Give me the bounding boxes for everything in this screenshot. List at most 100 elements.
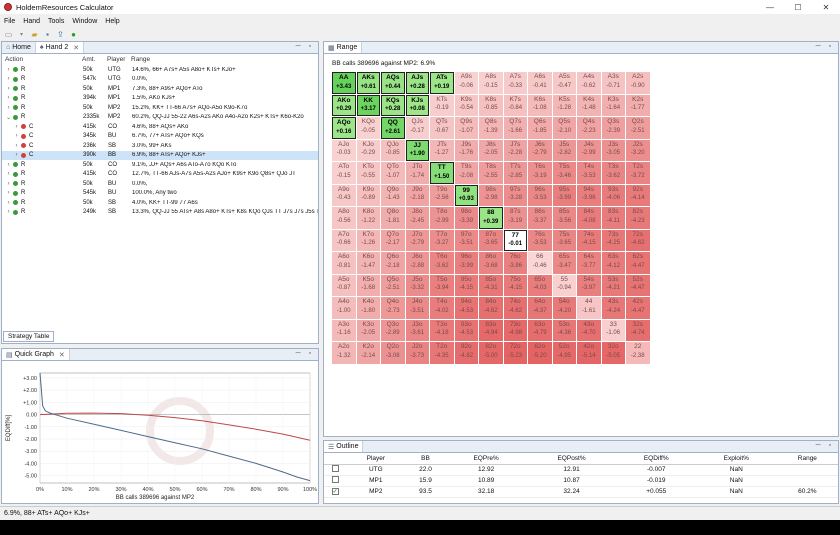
tree-row[interactable]: › R 50k CO 9.1%, JJ+ AQs+ A6s ATo-A7o KQo KT… — [2, 160, 318, 170]
hand-cell[interactable]: 94s -3.96 — [577, 184, 601, 206]
hand-cell[interactable]: Q6s -1.85 — [528, 117, 552, 139]
hand-cell[interactable]: AA +3.43 — [332, 72, 356, 94]
outline-row[interactable]: ✓ MP2 93.5 32.18 32.24 +0.055 NaN 60.2% — [324, 486, 838, 498]
hand-cell[interactable]: J5s -2.82 — [552, 139, 576, 161]
tree-row[interactable]: › C 415k CO 4.6%, 88+ AQs+ AKo — [2, 122, 318, 132]
hand-cell[interactable]: Q5s -2.10 — [552, 117, 576, 139]
hand-cell[interactable]: 32s -4.74 — [626, 319, 650, 341]
hand-cell[interactable]: 43s -4.24 — [601, 297, 625, 319]
hand-cell[interactable]: K4o -1.80 — [356, 297, 380, 319]
hand-cell[interactable]: 42o -5.14 — [577, 342, 601, 364]
hand-cell[interactable]: 93o -4.53 — [454, 319, 478, 341]
hand-cell[interactable]: T6s -3.19 — [528, 162, 552, 184]
hand-cell[interactable]: AKs +0.61 — [356, 72, 380, 94]
hand-cell[interactable]: 54o -4.20 — [552, 297, 576, 319]
hand-cell[interactable]: KQo -0.05 — [356, 117, 380, 139]
hand-cell[interactable]: T8o -2.99 — [430, 207, 454, 229]
hand-cell[interactable]: 32o -5.05 — [601, 342, 625, 364]
hand-cell[interactable]: 97s -3.28 — [503, 184, 527, 206]
hand-cell[interactable]: AQs +0.44 — [381, 72, 405, 94]
hand-cell[interactable]: A7o -0.66 — [332, 229, 356, 251]
hand-cell[interactable]: 55 -0.94 — [552, 274, 576, 296]
hand-cell[interactable]: Q6o -2.18 — [381, 252, 405, 274]
hand-cell[interactable]: A6s -0.41 — [528, 72, 552, 94]
hand-cell[interactable]: 87o -3.65 — [479, 229, 503, 251]
hand-cell[interactable]: K7o -1.26 — [356, 229, 380, 251]
tab-home[interactable]: ⌂ Home — [2, 42, 36, 53]
hand-cell[interactable]: J6o -2.88 — [405, 252, 429, 274]
hand-cell[interactable]: 75s -3.65 — [552, 229, 576, 251]
save-icon[interactable]: ▪ — [43, 30, 52, 39]
hand-cell[interactable]: 64o -4.37 — [528, 297, 552, 319]
hand-cell[interactable]: T4o -4.02 — [430, 297, 454, 319]
close-tab-icon[interactable]: ✕ — [73, 44, 79, 52]
hand-cell[interactable]: TT +1.50 — [430, 162, 454, 184]
expand-toggle-icon[interactable]: › — [5, 86, 12, 92]
outline-col-header[interactable]: Range — [776, 453, 838, 465]
expand-toggle-icon[interactable]: › — [13, 143, 20, 149]
hand-cell[interactable]: 52s -4.47 — [626, 274, 650, 296]
hand-cell[interactable]: KJs +0.08 — [405, 94, 429, 116]
tree-row[interactable]: ⌄ R 2335k MP2 60.2%, QQ-JJ 55-22 A6s-A2s AKo… — [2, 113, 318, 123]
col-range[interactable]: Range — [131, 56, 318, 63]
tree-row[interactable]: › R 50k UTG 14.6%, 66+ A7s+ A5s A8o+ KTs+ KJ… — [2, 65, 318, 75]
hand-cell[interactable]: J3o -3.61 — [405, 319, 429, 341]
tab-outline[interactable]: ☰ Outline — [324, 441, 364, 452]
hand-cell[interactable]: A4s -0.62 — [577, 72, 601, 94]
expand-toggle-icon[interactable]: › — [5, 95, 12, 101]
tree-row[interactable]: › C 345k BU 6.7%, 77+ ATs+ AQo+ KQs — [2, 132, 318, 142]
hand-cell[interactable]: T8s -2.55 — [479, 162, 503, 184]
hand-cell[interactable]: 87s -3.19 — [503, 207, 527, 229]
hand-cell[interactable]: 75o -4.15 — [503, 274, 527, 296]
player-checkbox[interactable] — [331, 476, 339, 483]
hand-cell[interactable]: 63o -4.79 — [528, 319, 552, 341]
outline-row[interactable]: MP1 15.9 10.89 10.87 -0.019 NaN — [324, 475, 838, 487]
hand-cell[interactable]: Q4o -2.73 — [381, 297, 405, 319]
hand-cell[interactable]: T7o -3.27 — [430, 229, 454, 251]
hand-cell[interactable]: K6o -1.47 — [356, 252, 380, 274]
hand-cell[interactable]: 64s -3.77 — [577, 252, 601, 274]
hand-cell[interactable]: K8s -0.85 — [479, 94, 503, 116]
hand-cell[interactable]: 93s -4.06 — [601, 184, 625, 206]
menu-window[interactable]: Window — [72, 18, 97, 25]
tree-row[interactable]: › R 50k MP1 7.3%, 88+ A9s+ AQo+ ATo — [2, 84, 318, 94]
menu-help[interactable]: Help — [105, 18, 119, 25]
hand-cell[interactable]: Q3s -2.39 — [601, 117, 625, 139]
outline-col-header[interactable]: BB — [405, 453, 446, 465]
expand-toggle-icon[interactable]: › — [5, 181, 12, 187]
hand-cell[interactable]: 83o -4.94 — [479, 319, 503, 341]
maximize-button[interactable]: ☐ — [784, 0, 812, 14]
hand-cell[interactable]: 65s -3.47 — [552, 252, 576, 274]
panel-window-controls-icon[interactable]: ─ ▫ — [816, 442, 834, 449]
expand-toggle-icon[interactable]: › — [5, 200, 12, 206]
hand-cell[interactable]: 96o -3.99 — [454, 252, 478, 274]
hand-cell[interactable]: K2s -1.77 — [626, 94, 650, 116]
tree-row[interactable]: › R 249k SB 13.3%, QQ-JJ 55 ATs+ A8s A8o+ KT… — [2, 208, 319, 218]
hand-cell[interactable]: 63s -4.12 — [601, 252, 625, 274]
tree-row[interactable]: › R 50k BU 0.0%, — [2, 179, 318, 189]
tree-row[interactable]: › C 390k BB 6.9%, 88+ ATs+ AQo+ KJs+ — [2, 150, 318, 160]
hand-cell[interactable]: J2s -3.20 — [626, 139, 650, 161]
hand-cell[interactable]: K2o -2.14 — [356, 342, 380, 364]
hand-cell[interactable]: Q2s -2.51 — [626, 117, 650, 139]
hand-cell[interactable]: KQs +0.28 — [381, 94, 405, 116]
player-checkbox[interactable] — [331, 465, 339, 472]
tree-row[interactable]: › R 547k UTG 0.0%, — [2, 75, 318, 85]
hand-cell[interactable]: K3o -2.05 — [356, 319, 380, 341]
hand-cell[interactable]: 95s -3.99 — [552, 184, 576, 206]
hand-cell[interactable]: J9s -1.76 — [454, 139, 478, 161]
new-dropdown-icon[interactable]: ▾ — [17, 30, 26, 39]
hand-cell[interactable]: K5o -1.68 — [356, 274, 380, 296]
hand-cell[interactable]: K4s -1.48 — [577, 94, 601, 116]
outline-col-header[interactable] — [324, 453, 347, 465]
hand-cell[interactable]: J7s -2.28 — [503, 139, 527, 161]
hand-cell[interactable]: 43o -4.70 — [577, 319, 601, 341]
hand-cell[interactable]: 73o -4.98 — [503, 319, 527, 341]
hand-cell[interactable]: Q7s -1.66 — [503, 117, 527, 139]
hand-cell[interactable]: 99 +0.93 — [454, 184, 478, 206]
hand-cell[interactable]: Q7o -2.17 — [381, 229, 405, 251]
expand-toggle-icon[interactable]: › — [13, 152, 20, 158]
hand-cell[interactable]: 92s -4.14 — [626, 184, 650, 206]
hand-cell[interactable]: J6s -2.79 — [528, 139, 552, 161]
tree-row[interactable]: › R 50k MP2 15.2%, KK+ TT-66 A7s+ AQo-A5o K9… — [2, 103, 318, 113]
